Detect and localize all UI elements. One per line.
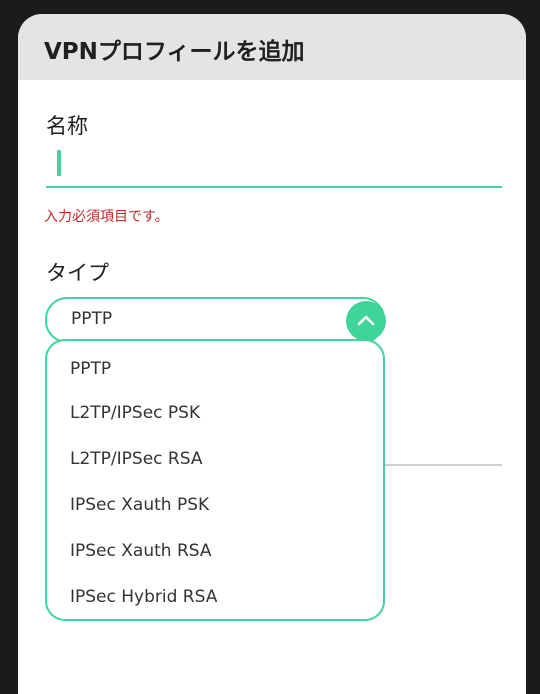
name-label: 名称 [46, 114, 88, 138]
dropdown-option-pptp[interactable]: PPTP [70, 347, 111, 391]
type-label: タイプ [46, 261, 109, 285]
text-caret [57, 150, 61, 176]
chevron-up-icon [357, 315, 375, 326]
hidden-field-underline [384, 464, 502, 466]
name-error-message: 入力必須項目です。 [44, 209, 169, 225]
dropdown-toggle-button[interactable] [346, 301, 386, 341]
type-select[interactable]: PPTP [45, 297, 385, 343]
dropdown-option-l2tp-ipsec-rsa[interactable]: L2TP/IPSec RSA [70, 437, 202, 481]
screen-frame: VPNプロフィールを追加 名称 入力必須項目です。 タイプ PPTP PPTP … [0, 0, 540, 694]
dropdown-option-ipsec-hybrid-rsa[interactable]: IPSec Hybrid RSA [70, 575, 217, 619]
dropdown-option-l2tp-ipsec-psk[interactable]: L2TP/IPSec PSK [70, 391, 200, 435]
dialog-title: VPNプロフィールを追加 [44, 39, 305, 65]
type-select-value: PPTP [71, 309, 113, 329]
dropdown-option-ipsec-xauth-psk[interactable]: IPSec Xauth PSK [70, 483, 209, 527]
name-input[interactable] [46, 146, 502, 188]
dialog-header: VPNプロフィールを追加 [18, 14, 526, 80]
type-dropdown-list: PPTP L2TP/IPSec PSK L2TP/IPSec RSA IPSec… [45, 339, 385, 621]
add-vpn-profile-dialog: VPNプロフィールを追加 名称 入力必須項目です。 タイプ PPTP PPTP … [18, 14, 526, 694]
dropdown-option-ipsec-xauth-rsa[interactable]: IPSec Xauth RSA [70, 529, 212, 573]
